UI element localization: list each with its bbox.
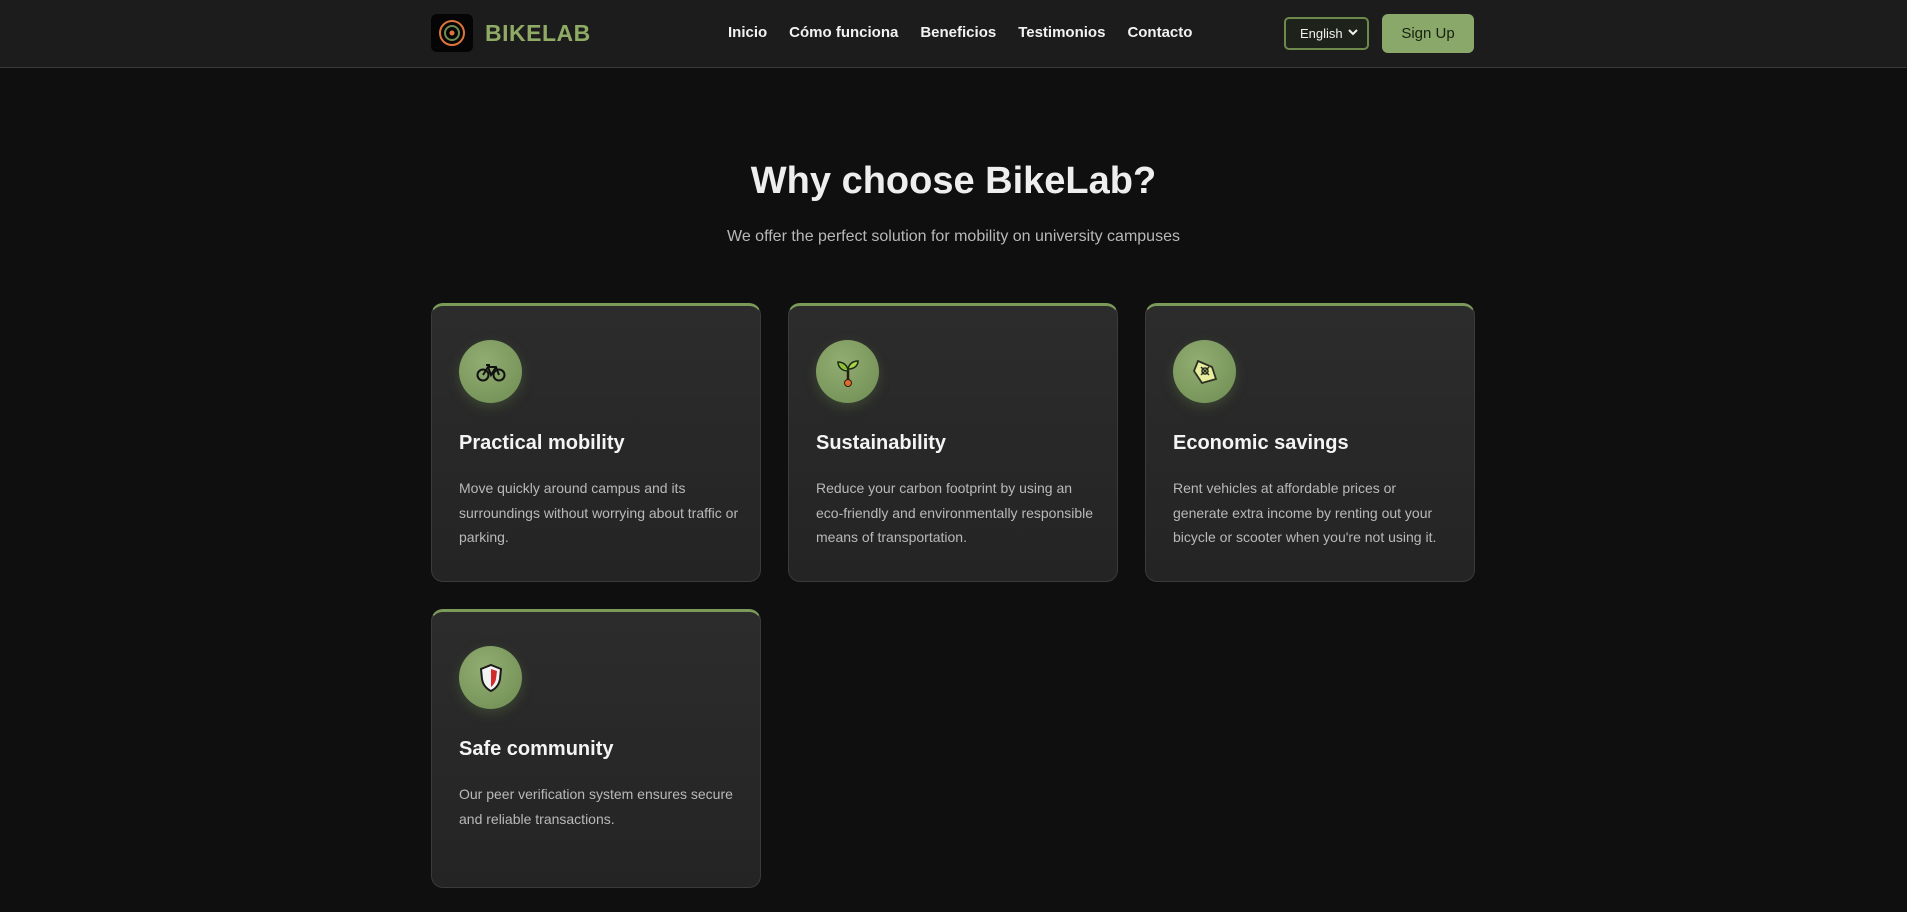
- main-nav: Inicio Cómo funciona Beneficios Testimon…: [728, 24, 1214, 41]
- card-description: Our peer verification system ensures sec…: [459, 786, 733, 827]
- seedling-icon: [816, 340, 879, 403]
- card-description: Rent vehicles at affordable prices or ge…: [1173, 480, 1437, 545]
- brand[interactable]: BIKELAB: [431, 14, 591, 52]
- card-title: Practical mobility: [459, 432, 625, 454]
- logo-icon: [431, 14, 473, 52]
- nav-testimonios[interactable]: Testimonios: [1018, 24, 1105, 41]
- card-description: Reduce your carbon footprint by using an…: [816, 480, 1094, 545]
- top-header: BIKELAB Inicio Cómo funciona Beneficios …: [0, 0, 1907, 68]
- nav-beneficios[interactable]: Beneficios: [920, 24, 996, 41]
- nav-contacto[interactable]: Contacto: [1127, 24, 1192, 41]
- language-value: English: [1300, 26, 1343, 41]
- shield-icon: [459, 646, 522, 709]
- card-title: Sustainability: [816, 432, 947, 454]
- feature-card-safe-community: Safe community Our peer verification sys…: [431, 609, 761, 888]
- feature-card-practical-mobility: Practical mobility Move quickly around c…: [431, 303, 761, 582]
- card-title: Economic savings: [1173, 432, 1349, 454]
- section-subtitle: We offer the perfect solution for mobili…: [727, 228, 1180, 245]
- card-title: Safe community: [459, 738, 614, 760]
- feature-card-sustainability: Sustainability Reduce your carbon footpr…: [788, 303, 1118, 582]
- sign-up-button[interactable]: Sign Up: [1382, 14, 1474, 53]
- nav-como-funciona[interactable]: Cómo funciona: [789, 24, 898, 41]
- section-title: Why choose BikeLab?: [750, 160, 1157, 202]
- brand-name: BIKELAB: [485, 19, 591, 46]
- card-description: Move quickly around campus and its surro…: [459, 480, 739, 545]
- nav-inicio[interactable]: Inicio: [728, 24, 767, 41]
- chevron-down-icon: [1347, 26, 1359, 41]
- feature-card-economic-savings: Economic savings Rent vehicles at afford…: [1145, 303, 1475, 582]
- money-icon: [1173, 340, 1236, 403]
- bicycle-icon: [459, 340, 522, 403]
- language-select[interactable]: English: [1284, 17, 1369, 50]
